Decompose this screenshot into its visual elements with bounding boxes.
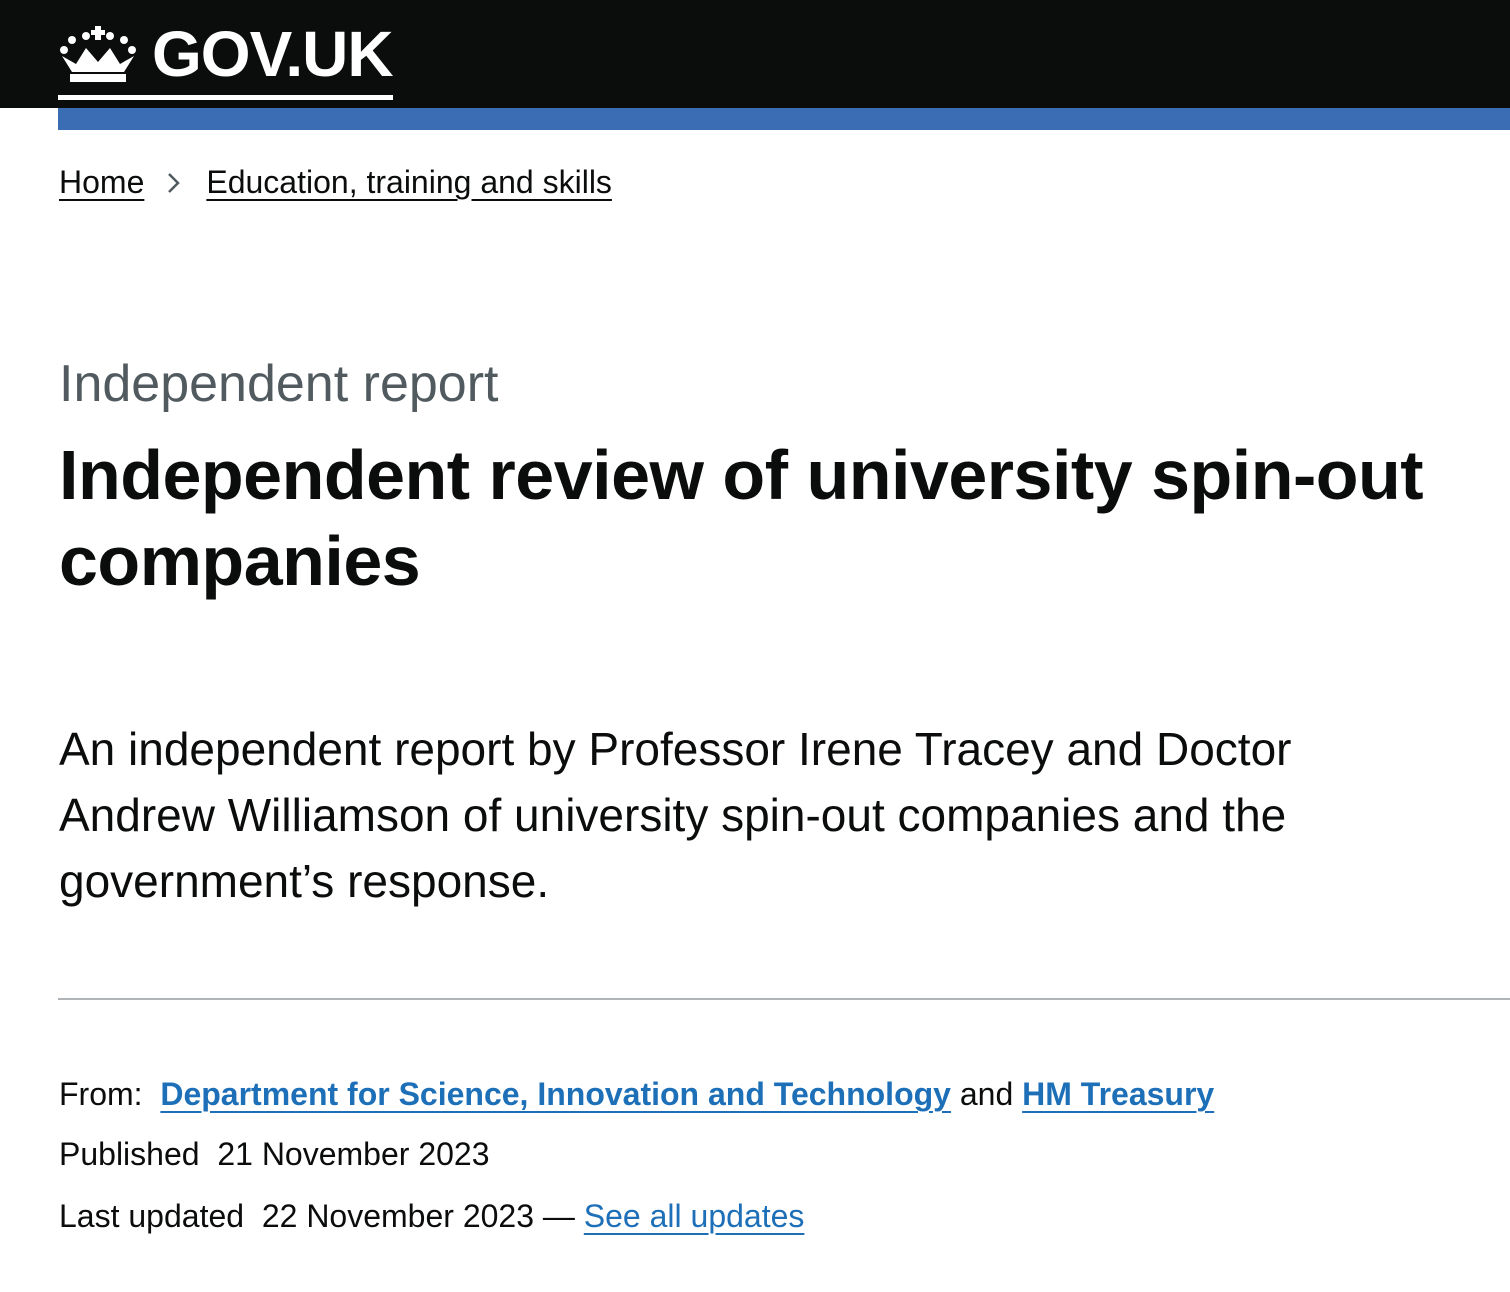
govuk-logo-text: GOV.UK: [152, 17, 394, 90]
published-label: Published: [59, 1136, 200, 1172]
updated-label: Last updated: [59, 1198, 245, 1234]
metadata-updated: Last updated 22 November 2023 — See all …: [59, 1196, 804, 1236]
see-all-updates-link[interactable]: See all updates: [584, 1198, 805, 1234]
breadcrumb: Home Education, training and skills: [59, 164, 612, 201]
govuk-logo-link[interactable]: GOV.UK: [58, 14, 394, 100]
breadcrumb-home[interactable]: Home: [59, 164, 144, 201]
site-header: GOV.UK: [0, 0, 1510, 108]
chevron-right-icon: [168, 172, 181, 193]
crown-icon: [60, 25, 136, 82]
page-summary: An independent report by Professor Irene…: [59, 723, 1292, 907]
published-date: 21 November 2023: [217, 1136, 490, 1172]
updated-date: 22 November 2023: [261, 1198, 534, 1234]
org-link-dsit[interactable]: Department for Science, Innovation and T…: [160, 1076, 951, 1112]
divider: [58, 998, 1510, 1000]
metadata-published: Published 21 November 2023: [59, 1134, 490, 1174]
org-link-hm-treasury[interactable]: HM Treasury: [1022, 1076, 1214, 1112]
page-title: Independent review of university spin-ou…: [59, 436, 1424, 600]
from-conjunction: and: [959, 1076, 1014, 1112]
breadcrumb-education[interactable]: Education, training and skills: [206, 164, 612, 201]
header-accent-bar: [58, 108, 1510, 130]
metadata-from: From: Department for Science, Innovation…: [59, 1074, 1214, 1114]
em-dash: —: [542, 1198, 575, 1234]
from-label: From:: [59, 1076, 143, 1112]
page-caption: Independent report: [59, 355, 499, 413]
